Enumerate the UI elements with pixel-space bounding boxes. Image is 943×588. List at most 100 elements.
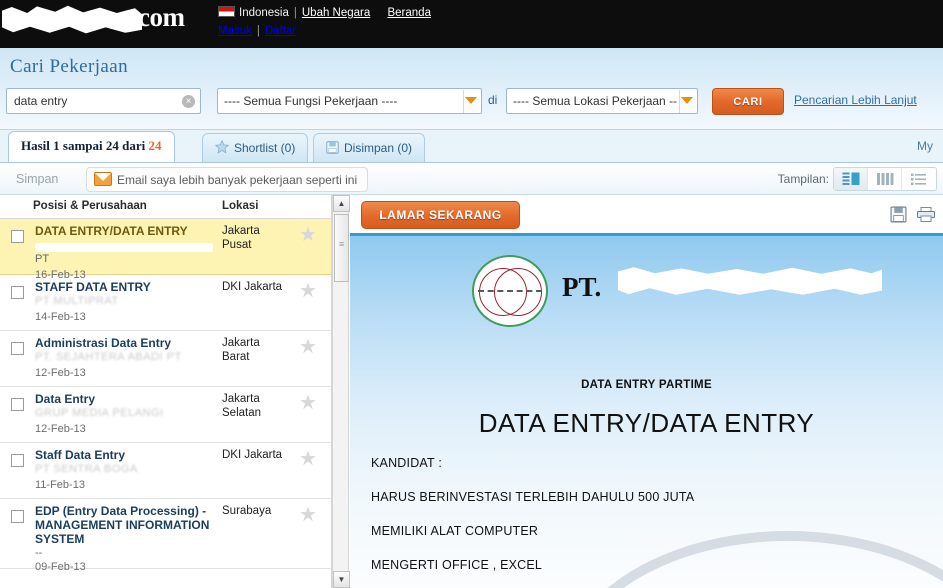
shortlist-star-icon[interactable]: ★ xyxy=(299,337,317,357)
table-row[interactable]: EDP (Entry Data Processing) - MANAGEMENT… xyxy=(0,499,331,573)
job-detail-pane: LAMAR SEKARANG PT. DATA ENTRY PARTIME DA… xyxy=(350,195,943,588)
posted-date: 12-Feb-13 xyxy=(35,423,86,435)
clear-icon[interactable]: × xyxy=(182,95,195,108)
view-label: Tampilan: xyxy=(777,172,829,186)
shortlist-star-icon[interactable]: ★ xyxy=(299,281,317,301)
page-title: Cari Pekerjaan xyxy=(10,56,128,77)
company-name: PT MULTIPRAT xyxy=(35,295,119,307)
ad-line: MENGERTI OFFICE , EXCEL xyxy=(371,558,543,572)
table-row[interactable]: STAFF DATA ENTRY PT MULTIPRAT 14-Feb-13 … xyxy=(0,275,331,331)
apply-now-button[interactable]: LAMAR SEKARANG xyxy=(361,201,520,229)
ad-line: HARUS BERINVESTASI TERLEBIH DAHULU 500 J… xyxy=(371,490,695,504)
job-title[interactable]: Data Entry xyxy=(35,392,215,406)
tab-shortlist[interactable]: Shortlist (0) xyxy=(202,133,309,164)
company-name: GRUP MEDIA PELANGI xyxy=(35,407,164,419)
keyword-field-wrapper[interactable]: × xyxy=(6,88,201,114)
my-account-text[interactable]: My xyxy=(917,139,939,153)
job-location: DKI Jakarta xyxy=(222,449,283,461)
logo-text: com xyxy=(138,2,185,32)
star-icon xyxy=(214,136,230,164)
company-name: -- xyxy=(35,547,43,559)
ad-subtitle: DATA ENTRY PARTIME xyxy=(581,379,712,391)
view-option-list-preview[interactable] xyxy=(834,168,868,190)
printer-icon[interactable] xyxy=(917,207,935,225)
job-location: Jakarta Barat xyxy=(222,337,260,363)
floppy-icon xyxy=(326,136,339,164)
view-option-list[interactable] xyxy=(902,168,936,190)
tab-results[interactable]: Hasil 1 sampai 24 dari 24 xyxy=(8,131,175,162)
scroll-up-icon[interactable]: ▲ xyxy=(333,195,350,212)
row-checkbox[interactable] xyxy=(11,454,24,467)
ad-title: DATA ENTRY/DATA ENTRY xyxy=(478,408,815,438)
company-name-redaction xyxy=(618,267,882,295)
company-prefix: PT. xyxy=(562,272,602,302)
job-list-pane: Posisi & Perusahaan Lokasi DATA ENTRY/DA… xyxy=(0,195,332,588)
search-button[interactable]: CARI xyxy=(712,88,784,115)
company-name: PT. SEJAHTERA ABADI PT xyxy=(35,351,182,363)
shortlist-star-icon[interactable]: ★ xyxy=(299,449,317,469)
table-row[interactable]: Staff Data Entry PT SENTRA BOGA 11-Feb-1… xyxy=(0,443,331,499)
floppy-disk-icon[interactable] xyxy=(890,206,907,226)
select-divider-1 xyxy=(463,90,464,113)
logo-redaction-line xyxy=(478,290,542,292)
site-logo[interactable]: com xyxy=(0,0,200,42)
login-link[interactable]: Masuk xyxy=(218,25,252,37)
row-checkbox[interactable] xyxy=(11,230,24,243)
tab-results-count: 24 xyxy=(148,138,162,153)
shortlist-star-icon[interactable]: ★ xyxy=(299,393,317,413)
column-position: Posisi & Perusahaan xyxy=(33,200,147,212)
job-title[interactable]: STAFF DATA ENTRY xyxy=(35,280,215,294)
search-panel: Cari Pekerjaan × ---- Semua Fungsi Peker… xyxy=(0,48,943,130)
advanced-search-link[interactable]: Pencarian Lebih Lanjut xyxy=(794,93,917,107)
header-links-row2: Masuk | Daftar xyxy=(218,25,296,37)
table-row[interactable]: DATA ENTRY/DATA ENTRY PT 16-Feb-13 Jakar… xyxy=(0,219,331,281)
scrollbar-thumb[interactable] xyxy=(334,214,349,282)
job-title[interactable]: Administrasi Data Entry xyxy=(35,336,215,350)
row-checkbox[interactable] xyxy=(11,342,24,355)
tab-saved[interactable]: Disimpan (0) xyxy=(313,133,426,164)
shortlist-star-icon[interactable]: ★ xyxy=(299,225,317,245)
tab-results-label: Hasil 1 sampai 24 dari xyxy=(21,138,149,153)
row-checkbox[interactable] xyxy=(11,398,24,411)
table-row[interactable]: Administrasi Data Entry PT. SEJAHTERA AB… xyxy=(0,331,331,387)
home-link[interactable]: Beranda xyxy=(387,7,430,19)
indonesia-flag-icon xyxy=(218,6,235,17)
location-select[interactable]: ---- Semua Lokasi Pekerjaan -- xyxy=(506,88,698,114)
site-header: com Indonesia | Ubah Negara Beranda Masuk |… xyxy=(0,0,943,48)
list-scrollbar[interactable]: ▲ ▼ xyxy=(332,195,350,588)
ad-line: KANDIDAT : xyxy=(371,456,442,470)
job-location: DKI Jakarta xyxy=(222,281,283,293)
logo-redaction xyxy=(2,5,142,34)
search-row: × ---- Semua Fungsi Pekerjaan ---- di --… xyxy=(6,88,937,118)
separator-2: | xyxy=(256,25,260,37)
detail-toolbar: LAMAR SEKARANG xyxy=(350,195,943,233)
envelope-icon xyxy=(94,172,112,186)
job-location: Jakarta Pusat xyxy=(222,225,260,251)
row-checkbox[interactable] xyxy=(11,286,24,299)
job-function-select[interactable]: ---- Semua Fungsi Pekerjaan ---- xyxy=(217,88,482,114)
results-toolbar: Simpan Email saya lebih banyak pekerjaan… xyxy=(0,162,943,195)
job-advertisement: PT. DATA ENTRY PARTIME DATA ENTRY/DATA E… xyxy=(350,233,943,588)
ad-line: MEMILIKI ALAT COMPUTER xyxy=(371,524,539,538)
search-input[interactable] xyxy=(12,89,180,113)
job-location: Jakarta Selatan xyxy=(222,393,262,419)
table-row[interactable]: Data Entry GRUP MEDIA PELANGI 12-Feb-13 … xyxy=(0,387,331,443)
chevron-down-icon xyxy=(681,97,693,104)
view-option-grid[interactable] xyxy=(868,168,902,190)
column-location: Lokasi xyxy=(222,200,259,212)
email-alert-button[interactable]: Email saya lebih banyak pekerjaan sepert… xyxy=(86,167,369,192)
company-name: PT SENTRA BOGA xyxy=(35,463,138,475)
shortlist-star-icon[interactable]: ★ xyxy=(299,505,317,525)
header-links-row1: Indonesia | Ubah Negara Beranda xyxy=(218,6,431,19)
separator-1: | xyxy=(293,7,297,19)
job-title[interactable]: Staff Data Entry xyxy=(35,448,215,462)
job-location: Surabaya xyxy=(222,505,272,517)
job-title[interactable]: EDP (Entry Data Processing) - MANAGEMENT… xyxy=(35,504,215,546)
register-link[interactable]: Daftar xyxy=(265,25,296,37)
scroll-down-icon[interactable]: ▼ xyxy=(333,571,350,588)
change-country-link[interactable]: Ubah Negara xyxy=(302,7,370,19)
posted-date: 09-Feb-13 xyxy=(35,561,86,573)
row-checkbox[interactable] xyxy=(11,510,24,523)
select-divider-2 xyxy=(679,90,680,113)
job-title[interactable]: DATA ENTRY/DATA ENTRY xyxy=(35,224,215,238)
